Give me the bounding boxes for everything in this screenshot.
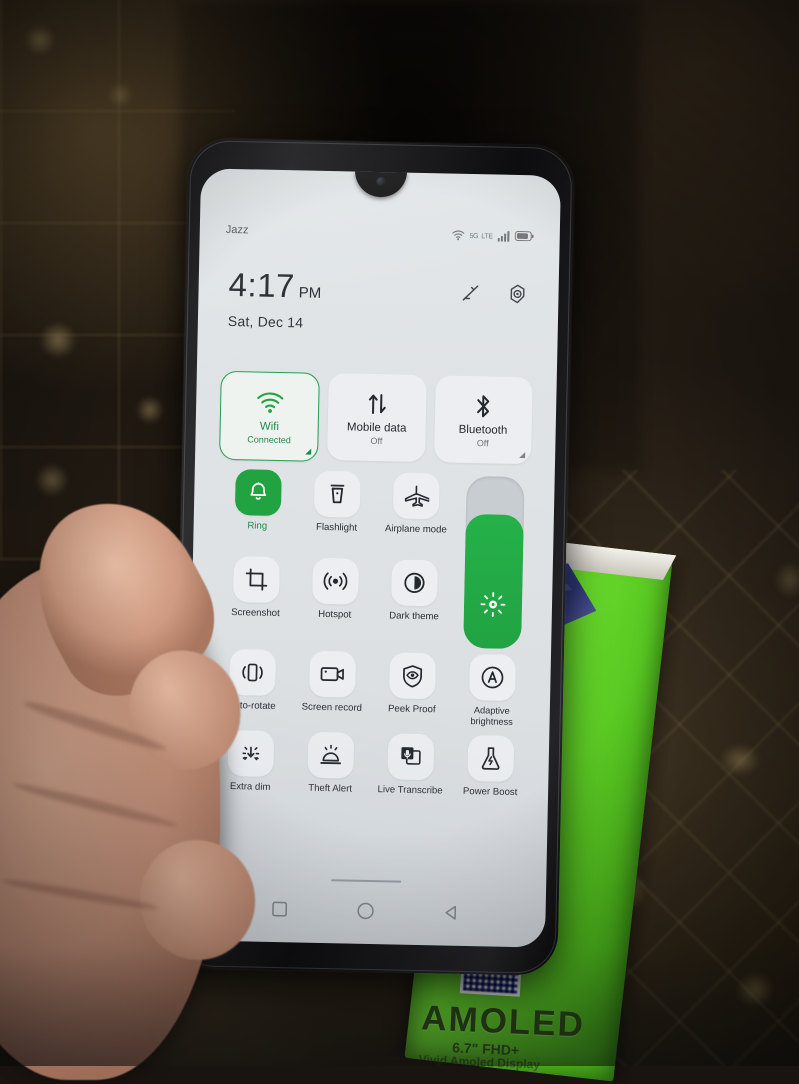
- photo-vignette: [0, 0, 799, 1066]
